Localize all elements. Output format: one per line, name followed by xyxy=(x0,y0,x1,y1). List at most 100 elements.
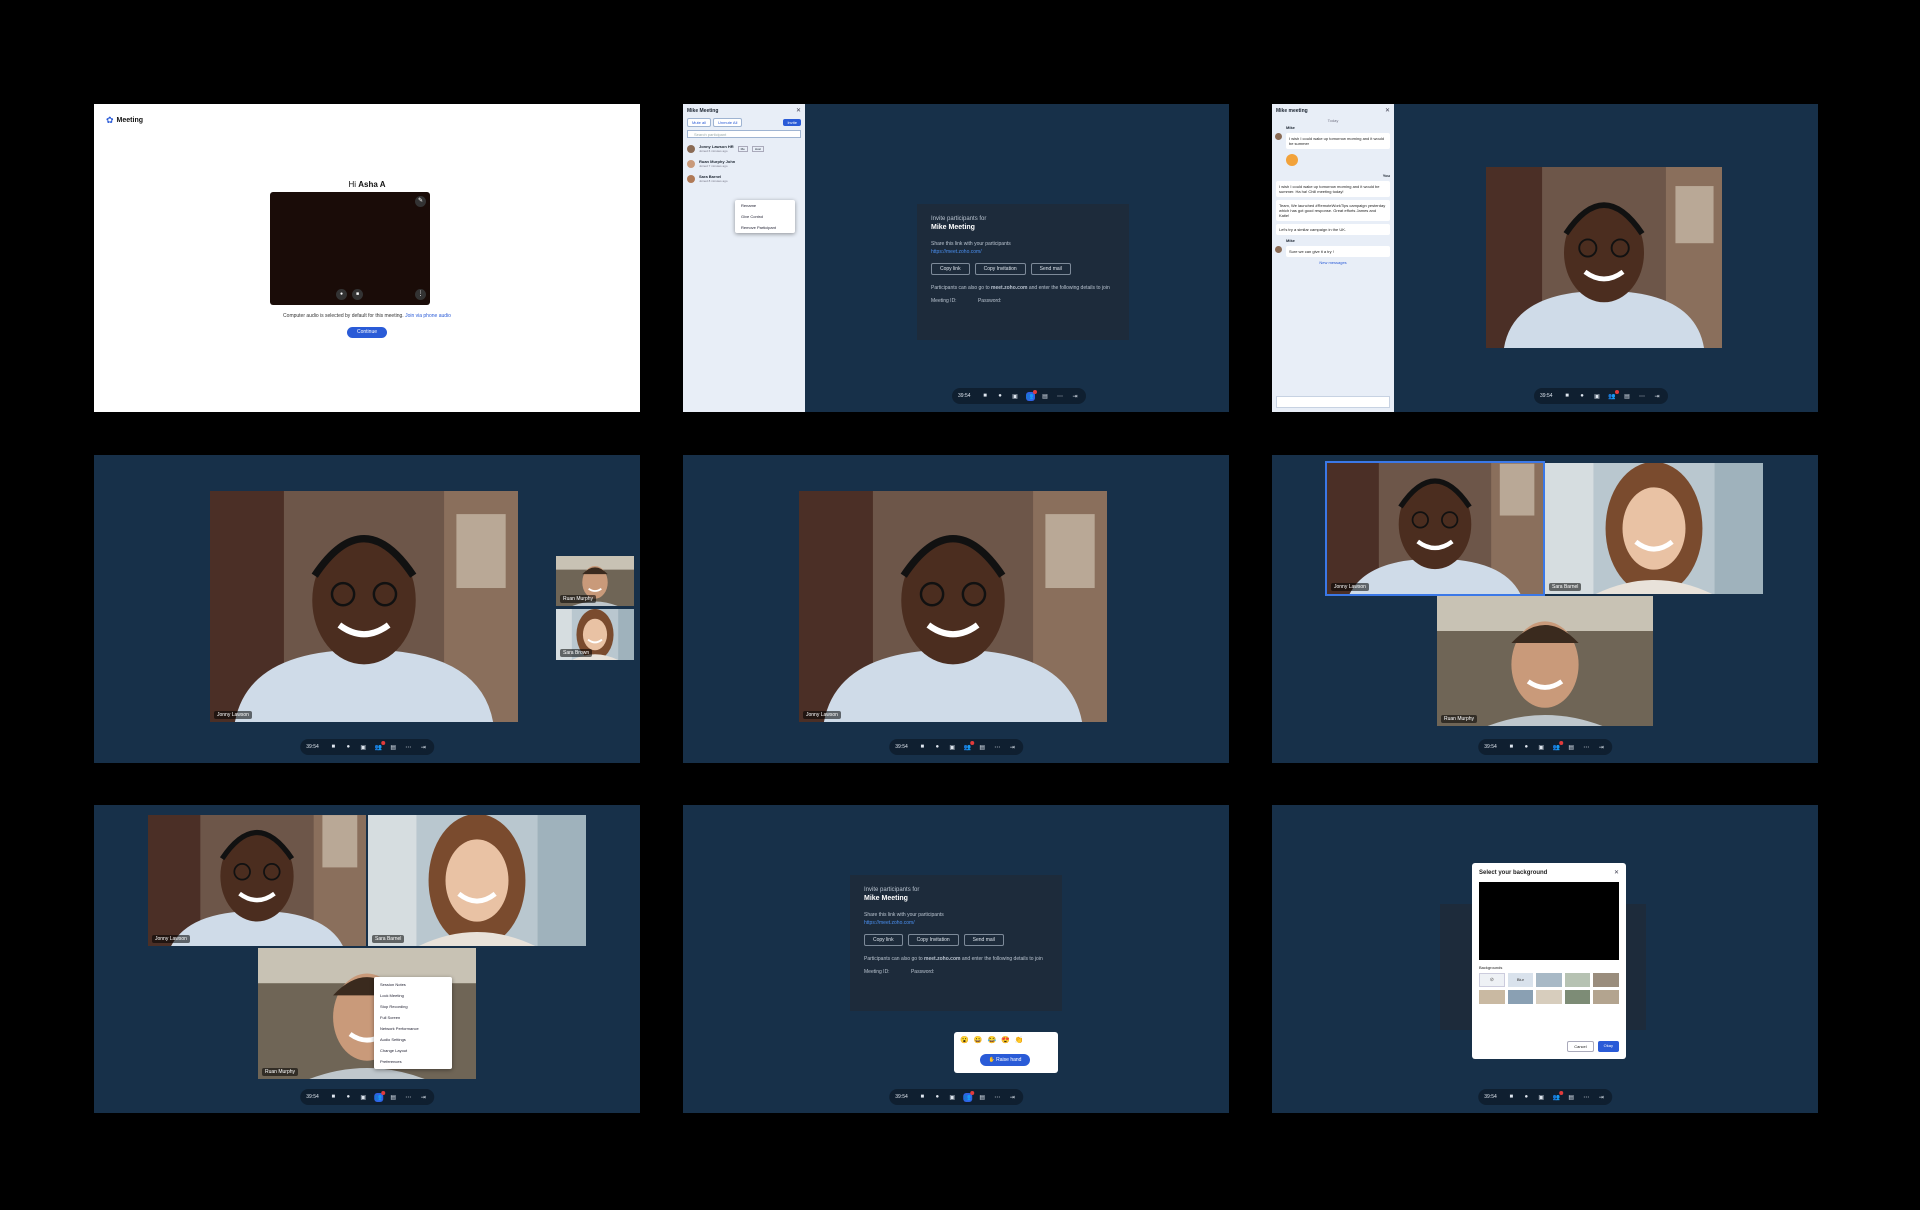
phone-audio-link[interactable]: Join via phone audio xyxy=(405,313,451,319)
video-tile-jonny[interactable]: Jonny Lawson xyxy=(148,815,366,946)
video-tile-sara[interactable]: Sara Barnel xyxy=(1545,463,1763,594)
network-performance-menu-item[interactable]: Network Performance xyxy=(374,1023,452,1034)
participants-icon[interactable]: 👥 xyxy=(373,1090,385,1102)
background-thumbnail[interactable] xyxy=(1479,990,1505,1004)
more-icon[interactable]: ⋯ xyxy=(1638,392,1647,401)
invite-button[interactable]: Invite xyxy=(783,119,801,126)
screen-share-icon[interactable]: ▣ xyxy=(1593,392,1602,401)
invite-link[interactable]: https://meet.zoho.com/ xyxy=(864,920,1048,926)
close-icon[interactable]: ✕ xyxy=(796,107,801,114)
screen-share-icon[interactable]: ▣ xyxy=(359,743,368,752)
background-thumbnail[interactable] xyxy=(1593,990,1619,1004)
edit-icon[interactable]: ✎ xyxy=(415,196,426,207)
participants-icon[interactable]: 👥 xyxy=(1608,389,1619,401)
video-tile-ruan[interactable]: Ruan Murphy xyxy=(556,556,634,606)
mic-icon[interactable]: ● xyxy=(933,1093,942,1102)
camera-toggle-icon[interactable]: ■ xyxy=(352,289,363,300)
background-thumbnail[interactable] xyxy=(1564,973,1591,987)
screen-share-icon[interactable]: ▣ xyxy=(948,743,957,752)
no-background-icon[interactable]: ⊘ xyxy=(1479,973,1505,987)
camera-icon[interactable]: ■ xyxy=(918,743,927,752)
send-mail-button[interactable]: Send mail xyxy=(963,934,1004,946)
chat-input[interactable] xyxy=(1276,396,1390,408)
cancel-button[interactable]: Cancel xyxy=(1567,1041,1594,1052)
camera-icon[interactable]: ■ xyxy=(329,743,338,752)
more-icon[interactable]: ⋯ xyxy=(404,1093,413,1102)
unmute-all-button[interactable]: Unmute All xyxy=(713,118,743,127)
camera-icon[interactable]: ■ xyxy=(329,1093,338,1102)
participants-icon[interactable]: 👥 xyxy=(962,1090,974,1102)
mic-icon[interactable]: ● xyxy=(1522,743,1531,752)
copy-link-button[interactable]: Copy link xyxy=(864,934,903,946)
video-tile-sara[interactable]: Sara Brown xyxy=(556,609,634,660)
screen-share-icon[interactable]: ▣ xyxy=(948,1093,957,1102)
copy-invitation-button[interactable]: Copy Invitation xyxy=(974,263,1026,275)
mic-icon[interactable]: ● xyxy=(1578,392,1587,401)
video-tile-jonny[interactable]: Jonny Lawson xyxy=(1325,461,1545,596)
more-icon[interactable]: ⋯ xyxy=(993,1093,1002,1102)
continue-button[interactable]: Continue xyxy=(347,327,387,338)
mic-icon[interactable]: ● xyxy=(344,1093,353,1102)
participant-row[interactable]: Jonny Lawson HR Joined 6 minutes ago Me … xyxy=(683,141,805,156)
participants-icon[interactable]: 👥 xyxy=(374,740,385,752)
chat-icon[interactable]: ▤ xyxy=(1567,1093,1576,1102)
audio-settings-menu-item[interactable]: Audio Settings xyxy=(374,1034,452,1045)
background-thumbnail[interactable] xyxy=(1536,990,1562,1004)
more-icon[interactable]: ⋯ xyxy=(1056,392,1065,401)
laugh-emoji-icon[interactable]: 😂 xyxy=(987,1036,996,1044)
more-options-icon[interactable]: ⋮ xyxy=(415,289,426,300)
leave-icon[interactable]: ⇥ xyxy=(1071,392,1080,401)
more-icon[interactable]: ⋯ xyxy=(1582,743,1591,752)
mic-toggle-icon[interactable]: ● xyxy=(336,289,347,300)
surprised-emoji-icon[interactable]: 😮 xyxy=(960,1036,969,1044)
mic-icon[interactable]: ● xyxy=(344,743,353,752)
participant-row[interactable]: Sara Barnel Joined 8 minutes ago xyxy=(683,171,805,186)
heart-eyes-emoji-icon[interactable]: 😍 xyxy=(1001,1036,1010,1044)
more-icon[interactable]: ⋯ xyxy=(993,743,1002,752)
mute-all-button[interactable]: Mute all xyxy=(687,118,712,127)
screen-share-icon[interactable]: ▣ xyxy=(359,1093,368,1102)
chat-icon[interactable]: ▤ xyxy=(389,1093,398,1102)
background-thumbnail[interactable] xyxy=(1536,973,1562,987)
camera-icon[interactable]: ■ xyxy=(1507,1093,1516,1102)
background-thumbnail[interactable] xyxy=(1593,973,1619,987)
background-thumbnail[interactable] xyxy=(1564,990,1591,1004)
screen-share-icon[interactable]: ▣ xyxy=(1011,392,1020,401)
mic-icon[interactable]: ● xyxy=(933,743,942,752)
clap-emoji-icon[interactable]: 👏 xyxy=(1015,1036,1024,1044)
more-icon[interactable]: ⋯ xyxy=(1582,1093,1591,1102)
camera-icon[interactable]: ■ xyxy=(1563,392,1572,401)
raise-hand-button[interactable]: ✋ Raise hand xyxy=(980,1054,1030,1066)
rename-menu-item[interactable]: Rename xyxy=(735,200,795,211)
chat-icon[interactable]: ▤ xyxy=(978,1093,987,1102)
invite-link[interactable]: https://meet.zoho.com/ xyxy=(931,249,1115,255)
close-icon[interactable]: ✕ xyxy=(1385,107,1390,114)
chat-icon[interactable]: ▤ xyxy=(1567,743,1576,752)
leave-icon[interactable]: ⇥ xyxy=(1653,392,1662,401)
chat-icon[interactable]: ▤ xyxy=(978,743,987,752)
video-tile-sara[interactable]: Sara Barnel xyxy=(368,815,586,946)
more-icon[interactable]: ⋯ xyxy=(404,743,413,752)
smile-emoji-icon[interactable]: 😀 xyxy=(974,1036,983,1044)
give-control-menu-item[interactable]: Give Control xyxy=(735,211,795,222)
leave-icon[interactable]: ⇥ xyxy=(419,743,428,752)
screen-share-icon[interactable]: ▣ xyxy=(1537,1093,1546,1102)
okay-button[interactable]: Okay xyxy=(1597,1041,1619,1052)
lock-meeting-menu-item[interactable]: Lock Meeting xyxy=(374,990,452,1001)
participants-icon[interactable]: 👥 xyxy=(1552,740,1563,752)
camera-icon[interactable]: ■ xyxy=(918,1093,927,1102)
chat-icon[interactable]: ▤ xyxy=(1623,392,1632,401)
mic-icon[interactable]: ● xyxy=(1522,1093,1531,1102)
participants-icon[interactable]: 👥 xyxy=(1552,1090,1563,1102)
participant-search-input[interactable]: Search participant xyxy=(687,130,801,138)
copy-invitation-button[interactable]: Copy Invitation xyxy=(907,934,959,946)
send-mail-button[interactable]: Send mail xyxy=(1030,263,1071,275)
chat-icon[interactable]: ▤ xyxy=(389,743,398,752)
leave-icon[interactable]: ⇥ xyxy=(1008,743,1017,752)
full-screen-menu-item[interactable]: Full Screen xyxy=(374,1012,452,1023)
preferences-menu-item[interactable]: Preferences xyxy=(374,1056,452,1067)
screen-share-icon[interactable]: ▣ xyxy=(1537,743,1546,752)
video-tile-ruan[interactable]: Ruan Murphy xyxy=(1437,596,1653,726)
close-icon[interactable]: ✕ xyxy=(1614,869,1619,876)
copy-link-button[interactable]: Copy link xyxy=(931,263,970,275)
